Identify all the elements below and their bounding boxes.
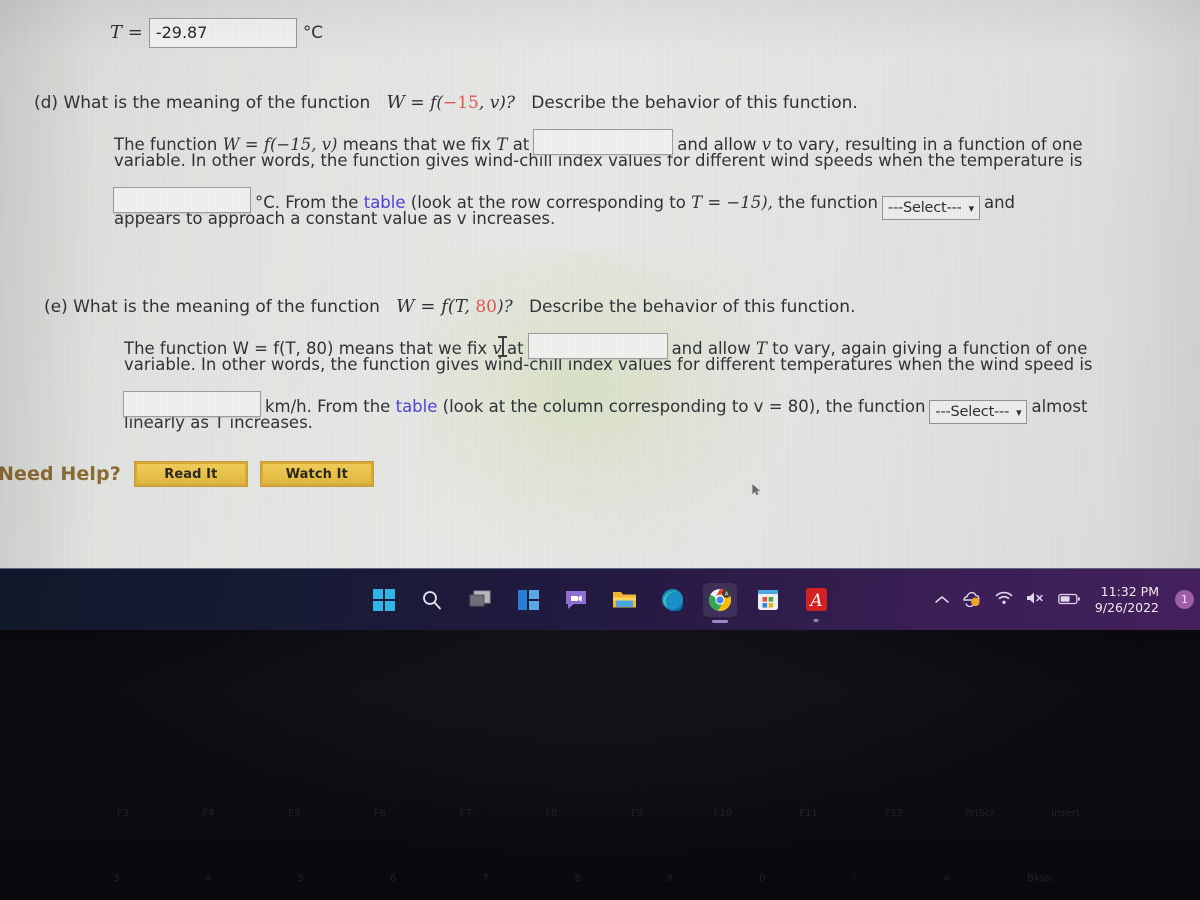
svg-text:A: A bbox=[725, 591, 729, 597]
question-part-e: (e) What is the meaning of the function … bbox=[0, 298, 1200, 444]
key-8[interactable]: 8 bbox=[531, 873, 623, 884]
key-3[interactable]: 3 bbox=[70, 873, 162, 884]
key-f12[interactable]: F12 bbox=[851, 808, 937, 819]
key-f10[interactable]: F10 bbox=[680, 808, 766, 819]
key--[interactable]: - bbox=[808, 873, 900, 884]
key-f7[interactable]: F7 bbox=[423, 808, 509, 819]
chevron-up-icon[interactable] bbox=[935, 590, 949, 609]
key-=[interactable]: = bbox=[901, 873, 993, 884]
screenshot-photo: T = -29.87 °C (d) What is the meaning of… bbox=[0, 0, 1200, 900]
part-e-heading: (e) What is the meaning of the function … bbox=[44, 296, 856, 317]
key-f3[interactable]: F3 bbox=[80, 808, 166, 819]
teams-chat-icon[interactable] bbox=[559, 583, 593, 617]
key-insert[interactable]: Insert bbox=[1023, 808, 1109, 819]
temperature-label: T = bbox=[110, 22, 143, 43]
webassign-question-content: T = -29.87 °C (d) What is the meaning of… bbox=[0, 0, 1200, 568]
key-4[interactable]: 4 bbox=[162, 873, 254, 884]
start-icon[interactable] bbox=[367, 583, 401, 617]
key-f5[interactable]: F5 bbox=[251, 808, 337, 819]
part-d-red-value: −15 bbox=[443, 93, 479, 113]
battery-icon[interactable] bbox=[1058, 590, 1080, 609]
part-d-line-4: appears to approach a constant value as … bbox=[114, 209, 556, 228]
keyboard-sheen bbox=[0, 630, 1200, 900]
part-d-W: W bbox=[386, 92, 405, 113]
adobe-reader-icon[interactable]: A bbox=[799, 583, 833, 622]
key-f11[interactable]: F11 bbox=[766, 808, 852, 819]
question-part-d: (d) What is the meaning of the function … bbox=[0, 94, 1200, 240]
part-d-heading: (d) What is the meaning of the function … bbox=[34, 92, 858, 113]
part-d-line-1: The function W = f(−15, v) means that we… bbox=[114, 124, 1200, 155]
task-view-icon[interactable] bbox=[463, 583, 497, 617]
read-it-button[interactable]: Read It bbox=[133, 461, 248, 487]
part-e-blank-kmh[interactable] bbox=[123, 391, 261, 417]
part-d-blank-celsius[interactable] bbox=[113, 187, 251, 213]
key-f6[interactable]: F6 bbox=[337, 808, 423, 819]
keyboard-function-row: F3 F4 F5 F6 F7 F8 F9 F10 F11 F12 PrtScr Insert bbox=[0, 808, 1200, 819]
part-e-line-1: The function W = f(T, 80) means that we … bbox=[124, 328, 1200, 359]
search-icon[interactable] bbox=[415, 583, 449, 617]
widgets-icon[interactable] bbox=[511, 583, 545, 617]
key-6[interactable]: 6 bbox=[347, 873, 439, 884]
celsius-unit-label: °C bbox=[302, 22, 323, 43]
key-prtscr[interactable]: PrtScr bbox=[937, 808, 1023, 819]
part-e-function: W = f(T, bbox=[396, 296, 470, 317]
part-e-blank-windspeed[interactable] bbox=[527, 333, 668, 359]
part-e-red-value: 80 bbox=[475, 297, 497, 317]
key-f9[interactable]: F9 bbox=[594, 808, 680, 819]
chevron-down-icon: ▾ bbox=[968, 202, 975, 215]
temperature-answer-row: T = -29.87 °C bbox=[110, 18, 323, 48]
microsoft-store-icon[interactable] bbox=[751, 583, 785, 617]
system-tray: 11:32 PM 9/26/2022 1 bbox=[935, 584, 1194, 615]
taskbar-clock[interactable]: 11:32 PM 9/26/2022 bbox=[1095, 584, 1159, 615]
svg-text:A: A bbox=[808, 591, 822, 611]
part-d-blank-temperature[interactable] bbox=[533, 129, 674, 155]
notification-badge[interactable]: 1 bbox=[1175, 590, 1194, 609]
adobe-running-indicator bbox=[813, 618, 819, 622]
physical-keyboard: F3 F4 F5 F6 F7 F8 F9 F10 F11 F12 PrtScr Insert 3456… bbox=[0, 630, 1200, 900]
clock-date: 9/26/2022 bbox=[1094, 599, 1159, 615]
part-d-line-3: °C. From the table (look at the row corr… bbox=[113, 182, 1200, 220]
key-7[interactable]: 7 bbox=[439, 873, 531, 884]
need-help-bar: Need Help? Read It Watch It bbox=[0, 461, 374, 487]
part-d-select-dropdown[interactable]: ---Select--- ▾ bbox=[881, 196, 980, 220]
key-9[interactable]: 9 bbox=[624, 873, 716, 884]
key-f4[interactable]: F4 bbox=[166, 808, 252, 819]
key-f8[interactable]: F8 bbox=[509, 808, 595, 819]
keyboard-number-row: 3 4 5 6 7 8 9 0- = Bksp bbox=[0, 873, 1200, 884]
watch-it-button[interactable]: Watch It bbox=[259, 461, 374, 487]
part-e-line-4: linearly as T increases. bbox=[124, 413, 313, 432]
chevron-down-icon: ▾ bbox=[1016, 406, 1022, 419]
monitor-screen: T = -29.87 °C (d) What is the meaning of… bbox=[0, 0, 1200, 568]
chrome-active-indicator bbox=[712, 619, 728, 623]
edge-icon[interactable] bbox=[655, 583, 689, 617]
key-5[interactable]: 5 bbox=[255, 873, 347, 884]
onedrive-sync-icon[interactable] bbox=[962, 589, 982, 611]
key-bksp[interactable]: Bksp bbox=[993, 873, 1085, 884]
file-explorer-icon[interactable] bbox=[607, 583, 641, 617]
part-e-line-2: variable. In other words, the function g… bbox=[124, 355, 1093, 374]
part-d-body: The function W = f(−15, v) means that we… bbox=[113, 124, 1200, 240]
need-help-label: Need Help? bbox=[0, 462, 121, 485]
clock-time: 11:32 PM bbox=[1100, 584, 1159, 600]
part-d-line-2: variable. In other words, the function g… bbox=[114, 151, 1083, 170]
part-e-select-dropdown[interactable]: ---Select--- ▾ bbox=[929, 400, 1028, 424]
speaker-muted-icon[interactable] bbox=[1026, 590, 1045, 609]
mouse-pointer-icon bbox=[752, 484, 761, 496]
windows-taskbar: A A 11:32 PM 9/26/2022 1 bbox=[0, 568, 1200, 630]
part-e-table-link[interactable]: table bbox=[396, 398, 438, 416]
part-e-line-3: km/h. From the table (look at the column… bbox=[123, 386, 1200, 424]
temperature-input[interactable]: -29.87 bbox=[148, 18, 297, 48]
part-e-body: The function W = f(T, 80) means that we … bbox=[123, 328, 1200, 444]
wifi-icon[interactable] bbox=[995, 590, 1013, 609]
chrome-icon[interactable]: A bbox=[703, 582, 737, 623]
key-0[interactable]: 0 bbox=[716, 873, 808, 884]
